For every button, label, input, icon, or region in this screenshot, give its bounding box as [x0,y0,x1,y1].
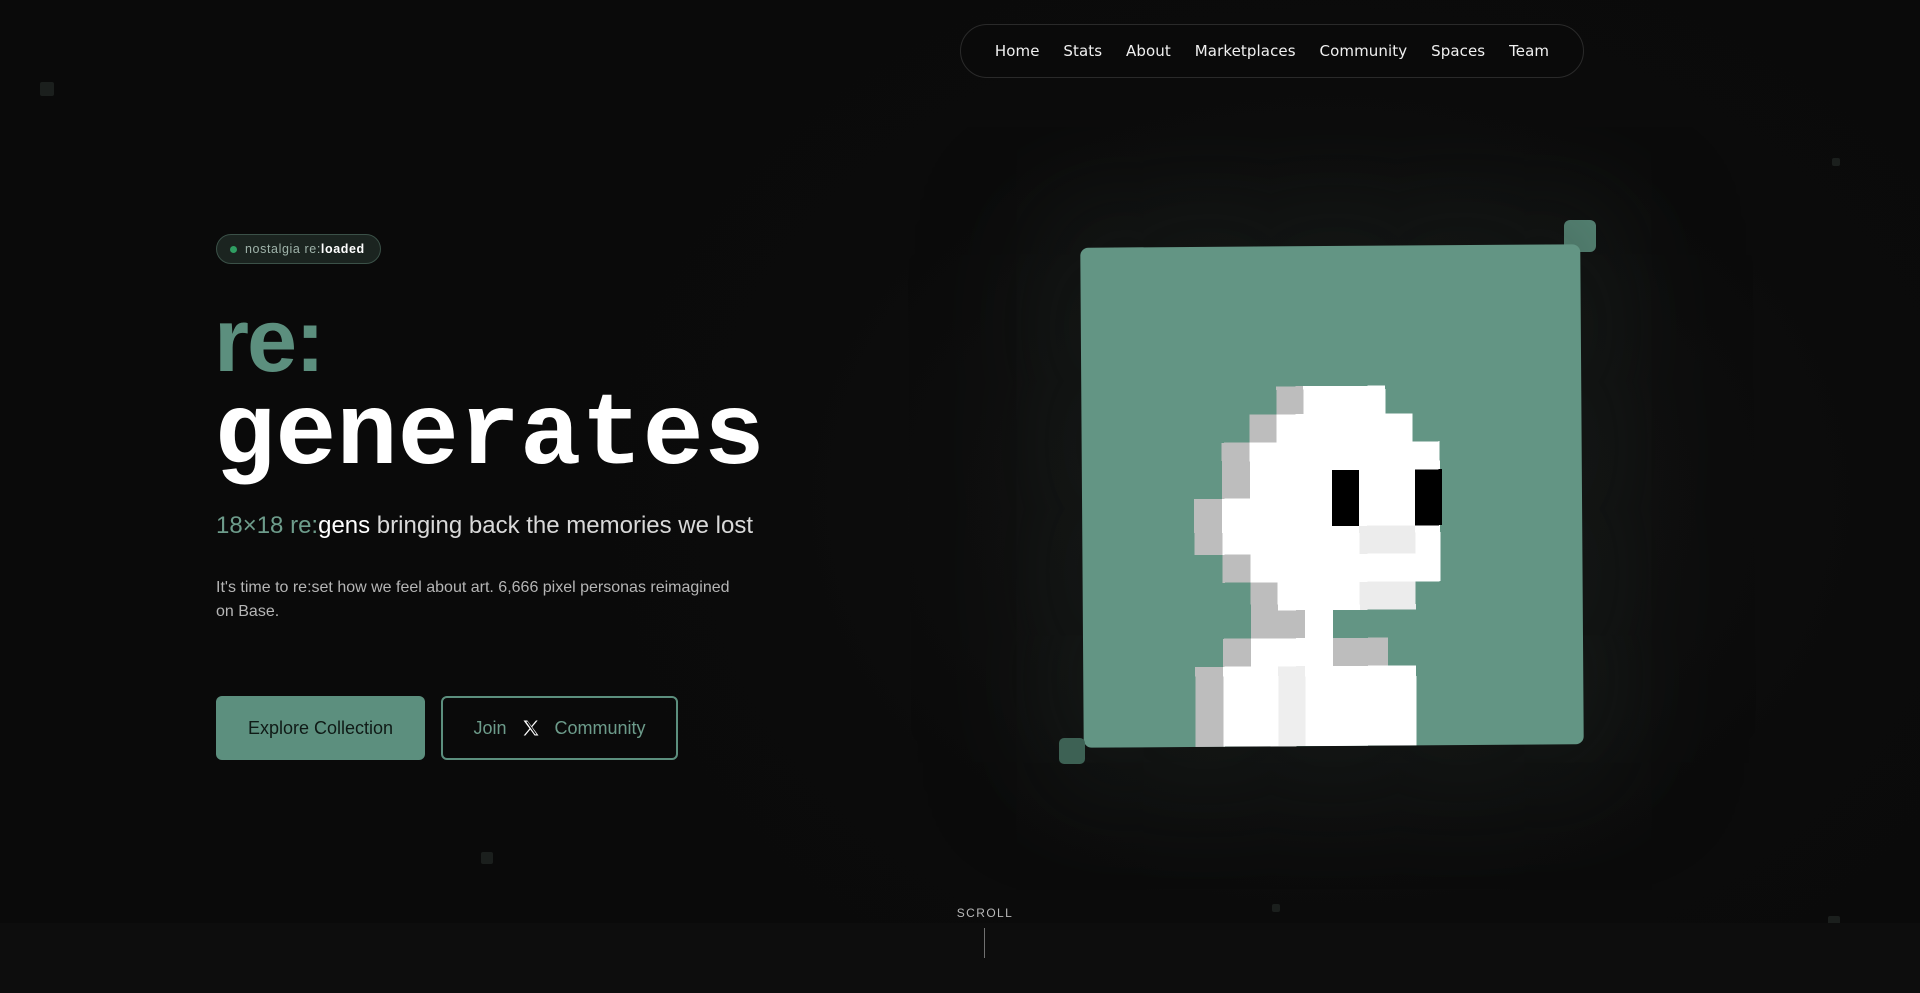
nav-team[interactable]: Team [1509,42,1549,60]
page: Home Stats About Marketplaces Community … [0,0,1920,993]
join-suffix: Community [554,717,646,738]
badge-prefix: nostalgia re: [245,242,321,256]
deco-square [108,939,116,947]
pixel-persona-image [1194,385,1443,747]
subtitle-rest: bringing back the memories we lost [370,512,753,539]
pixel-art-card [1080,244,1584,748]
status-dot-icon [230,245,237,253]
badge-bold: loaded [320,242,365,256]
badge-text: nostalgia re:loaded [245,242,365,256]
deco-square [1828,916,1840,928]
scroll-line [984,928,985,958]
nav-about[interactable]: About [1126,42,1171,60]
subtitle-strong: gens [318,512,371,539]
deco-square [1832,158,1840,166]
status-badge: nostalgia re:loaded [216,234,381,264]
x-logo-icon [523,720,538,736]
subtitle-accent: 18×18 re: [216,512,319,539]
nav-community[interactable]: Community [1320,42,1408,60]
explore-collection-button[interactable]: Explore Collection [216,696,425,760]
nav-stats[interactable]: Stats [1063,42,1102,60]
card-corner-accent-small [1059,738,1085,764]
nav-marketplaces[interactable]: Marketplaces [1195,42,1296,60]
join-community-button[interactable]: Join Community [441,696,678,760]
deco-square [481,852,493,864]
deco-square [1272,904,1280,912]
deco-square [40,82,54,96]
hero-description: It's time to re:set how we feel about ar… [216,579,730,620]
hero-title: generates [214,378,765,494]
pixel-art-frame [1080,244,1584,748]
top-nav: Home Stats About Marketplaces Community … [960,24,1584,78]
join-prefix: Join [473,717,507,738]
hero-subtitle: 18×18 re:gens bringing back the memories… [216,512,753,540]
hero-title-prefix: re: [214,291,325,391]
nav-spaces[interactable]: Spaces [1431,42,1485,60]
nav-home[interactable]: Home [995,42,1040,60]
scroll-hint[interactable]: SCROLL [940,906,1030,920]
